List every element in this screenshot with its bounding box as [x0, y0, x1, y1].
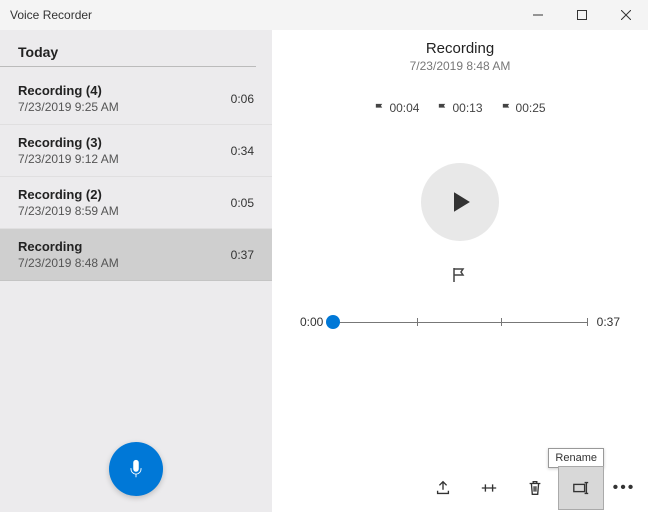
marker[interactable]: 00:25: [501, 101, 546, 115]
record-button[interactable]: [109, 442, 163, 496]
recording-item[interactable]: Recording (3) 7/23/2019 9:12 AM0:34: [0, 125, 272, 177]
recording-duration: 0:34: [231, 144, 254, 158]
recording-duration: 0:06: [231, 92, 254, 106]
recording-timestamp: 7/23/2019 9:12 AM: [18, 152, 254, 166]
timeline-total: 0:37: [597, 315, 620, 329]
flag-icon: [451, 267, 467, 283]
timeline-thumb[interactable]: [326, 315, 340, 329]
recording-item[interactable]: Recording (2) 7/23/2019 8:59 AM0:05: [0, 177, 272, 229]
recording-item[interactable]: Recording 7/23/2019 8:48 AM0:37: [0, 229, 272, 281]
timeline-tick: [501, 318, 502, 326]
more-button[interactable]: •••: [604, 466, 644, 510]
ellipsis-icon: •••: [613, 479, 636, 497]
markers-row: 00:04 00:13 00:25: [374, 101, 545, 115]
close-button[interactable]: [604, 0, 648, 30]
marker-time: 00:04: [389, 101, 419, 115]
timeline-position: 0:00: [300, 315, 323, 329]
rename-button[interactable]: [558, 466, 604, 510]
timeline-tick: [417, 318, 418, 326]
recording-timestamp: 7/23/2019 8:48 AM: [18, 256, 254, 270]
recording-timestamp: 7/23/2019 8:59 AM: [18, 204, 254, 218]
trim-icon: [480, 479, 498, 497]
play-button[interactable]: [421, 163, 499, 241]
play-icon: [448, 190, 472, 214]
trash-icon: [526, 479, 544, 497]
share-button[interactable]: [420, 466, 466, 510]
marker-time: 00:13: [452, 101, 482, 115]
recording-duration: 0:05: [231, 196, 254, 210]
share-icon: [434, 479, 452, 497]
timeline-track[interactable]: [333, 315, 586, 329]
marker-time: 00:25: [516, 101, 546, 115]
recording-duration: 0:37: [231, 248, 254, 262]
recording-title: Recording (4): [18, 83, 254, 98]
recording-title: Recording (3): [18, 135, 254, 150]
detail-title: Recording: [426, 40, 494, 57]
timeline: 0:00 0:37: [300, 315, 620, 329]
recordings-sidebar: Today Recording (4) 7/23/2019 9:25 AM0:06…: [0, 30, 272, 512]
rename-icon: [572, 479, 590, 497]
recording-timestamp: 7/23/2019 9:25 AM: [18, 100, 254, 114]
marker[interactable]: 00:04: [374, 101, 419, 115]
minimize-button[interactable]: [516, 0, 560, 30]
microphone-icon: [125, 458, 147, 480]
rename-tooltip: Rename: [548, 448, 604, 468]
app-title: Voice Recorder: [10, 8, 92, 22]
maximize-button[interactable]: [560, 0, 604, 30]
flag-icon: [501, 103, 512, 114]
delete-button[interactable]: [512, 466, 558, 510]
detail-toolbar: Rename •••: [272, 464, 648, 512]
group-header-today: Today: [0, 30, 256, 67]
recording-title: Recording (2): [18, 187, 254, 202]
marker[interactable]: 00:13: [437, 101, 482, 115]
flag-icon: [437, 103, 448, 114]
detail-timestamp: 7/23/2019 8:48 AM: [410, 59, 511, 73]
recording-item[interactable]: Recording (4) 7/23/2019 9:25 AM0:06: [0, 73, 272, 125]
timeline-tick: [587, 318, 588, 326]
trim-button[interactable]: [466, 466, 512, 510]
detail-pane: Recording 7/23/2019 8:48 AM 00:0400:1300…: [272, 30, 648, 512]
add-marker-button[interactable]: [451, 267, 469, 285]
flag-icon: [374, 103, 385, 114]
window-titlebar: Voice Recorder: [0, 0, 648, 30]
recording-title: Recording: [18, 239, 254, 254]
